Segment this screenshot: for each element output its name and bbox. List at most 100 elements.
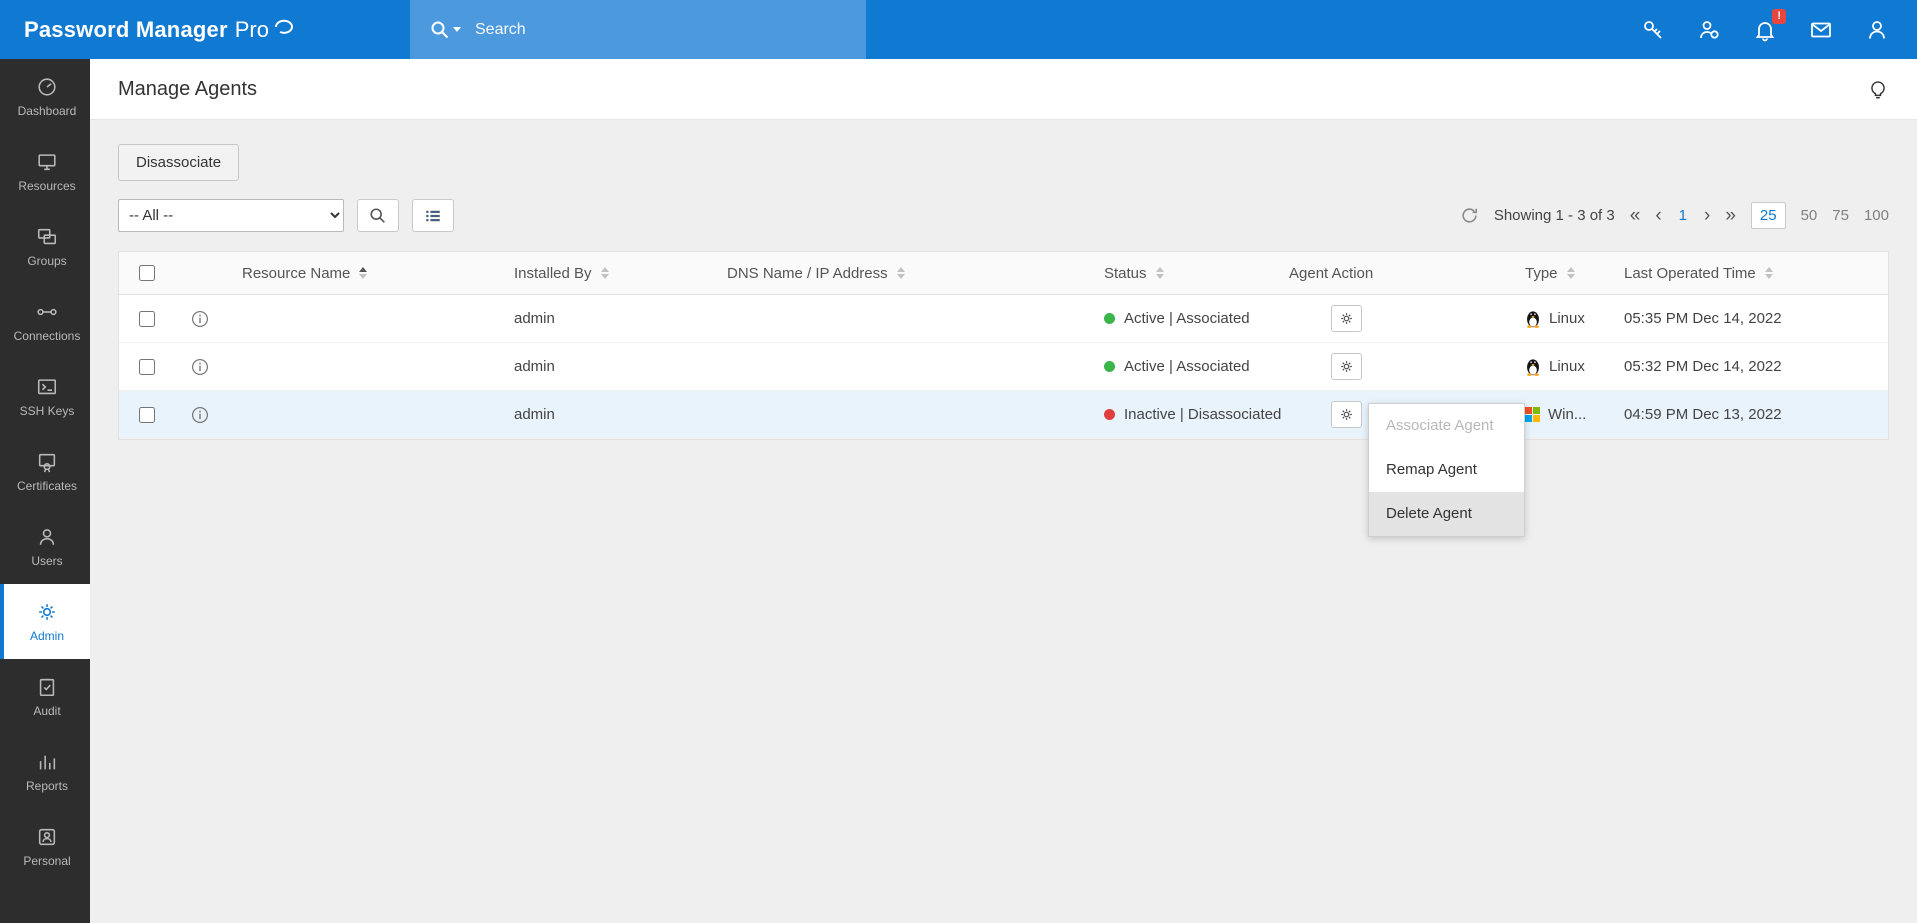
status-cell: Active | Associated — [1104, 358, 1289, 375]
sidebar-item-personal[interactable]: Personal — [0, 809, 90, 884]
sidebar-item-label: Admin — [30, 629, 64, 643]
audit-icon — [36, 676, 58, 698]
connections-icon — [36, 301, 58, 323]
magnifier-icon — [369, 207, 387, 225]
search-scope-caret-icon[interactable] — [453, 27, 461, 32]
content-area: Disassociate -- All -- Showing 1 - 3 of … — [90, 120, 1917, 440]
page-size-75[interactable]: 75 — [1832, 207, 1849, 224]
sort-icon[interactable] — [1156, 267, 1164, 279]
gear-icon — [1339, 311, 1354, 326]
agent-action-button[interactable] — [1331, 353, 1362, 380]
sidebar-item-groups[interactable]: Groups — [0, 209, 90, 284]
sidebar-item-label: SSH Keys — [20, 404, 75, 418]
info-icon[interactable] — [191, 406, 209, 424]
col-installed-by[interactable]: Installed By — [514, 265, 727, 282]
sidebar-item-connections[interactable]: Connections — [0, 284, 90, 359]
user-profile-icon[interactable] — [1865, 18, 1889, 42]
agent-action-context-menu: Associate Agent Remap Agent Delete Agent — [1368, 403, 1525, 537]
user-sessions-icon[interactable] — [1697, 18, 1721, 42]
sort-icon[interactable] — [1567, 267, 1575, 279]
topbar: Password Manager Pro ! — [0, 0, 1917, 59]
row-checkbox[interactable] — [139, 359, 155, 375]
last-operated-cell: 05:35 PM Dec 14, 2022 — [1624, 310, 1888, 327]
refresh-icon[interactable] — [1460, 206, 1479, 225]
mail-icon[interactable] — [1809, 18, 1833, 42]
sidebar-item-admin[interactable]: Admin — [0, 584, 90, 659]
menu-item-associate-agent[interactable]: Associate Agent — [1369, 404, 1524, 448]
sidebar-item-ssh-keys[interactable]: SSH Keys — [0, 359, 90, 434]
menu-item-remap-agent[interactable]: Remap Agent — [1369, 448, 1524, 492]
prev-page-button[interactable]: ‹ — [1655, 206, 1661, 225]
notifications-bell-icon[interactable]: ! — [1753, 18, 1777, 42]
agent-action-button[interactable] — [1331, 401, 1362, 428]
page-size-50[interactable]: 50 — [1801, 207, 1818, 224]
main-area: Manage Agents Disassociate -- All -- Sho… — [90, 59, 1917, 923]
status-dot — [1104, 409, 1115, 420]
installed-by-cell: admin — [514, 358, 727, 375]
sort-icon[interactable] — [601, 267, 609, 279]
next-page-button[interactable]: › — [1704, 206, 1710, 225]
search-filter-button[interactable] — [357, 199, 399, 232]
page-size-100[interactable]: 100 — [1864, 207, 1889, 224]
search-input[interactable] — [475, 21, 846, 39]
current-page-number[interactable]: 1 — [1677, 207, 1689, 224]
info-icon[interactable] — [191, 358, 209, 376]
pagination: Showing 1 - 3 of 3 « ‹ 1 › » 25 50 75 10… — [1460, 202, 1889, 229]
menu-item-delete-agent[interactable]: Delete Agent — [1369, 492, 1524, 536]
list-icon — [424, 207, 442, 225]
last-operated-cell: 04:59 PM Dec 13, 2022 — [1624, 406, 1888, 423]
type-cell: Win... — [1525, 406, 1624, 423]
status-dot — [1104, 361, 1115, 372]
sort-icon[interactable] — [359, 267, 367, 279]
sidebar-item-reports[interactable]: Reports — [0, 734, 90, 809]
table-header-row: Resource Name Installed By DNS Name / IP… — [119, 252, 1888, 295]
pagination-showing-text: Showing 1 - 3 of 3 — [1494, 207, 1615, 224]
status-dot — [1104, 313, 1115, 324]
agent-action-button[interactable] — [1331, 305, 1362, 332]
sort-icon[interactable] — [897, 267, 905, 279]
disassociate-button[interactable]: Disassociate — [118, 144, 239, 181]
col-type[interactable]: Type — [1525, 265, 1624, 282]
search-icon[interactable] — [430, 20, 461, 40]
table-row: admin Active | Associated Linux 05:32 PM… — [119, 343, 1888, 391]
select-all-checkbox[interactable] — [139, 265, 155, 281]
help-bulb-icon[interactable] — [1867, 78, 1889, 100]
last-page-button[interactable]: » — [1725, 206, 1736, 225]
sort-icon[interactable] — [1765, 267, 1773, 279]
sidebar-item-label: Certificates — [17, 479, 77, 493]
logo-swoosh-icon — [271, 13, 295, 37]
col-last-operated[interactable]: Last Operated Time — [1624, 265, 1888, 282]
col-status[interactable]: Status — [1104, 265, 1289, 282]
sidebar-item-dashboard[interactable]: Dashboard — [0, 59, 90, 134]
sidebar-item-users[interactable]: Users — [0, 509, 90, 584]
brand-name-bold: Password Manager — [24, 17, 228, 43]
status-cell: Inactive | Disassociated — [1104, 406, 1289, 423]
row-checkbox[interactable] — [139, 311, 155, 327]
sidebar-item-audit[interactable]: Audit — [0, 659, 90, 734]
quick-access-key-icon[interactable] — [1641, 18, 1665, 42]
personal-icon — [36, 826, 58, 848]
notification-badge: ! — [1772, 9, 1786, 24]
col-agent-action: Agent Action — [1289, 265, 1525, 282]
sidebar-item-label: Reports — [26, 779, 68, 793]
windows-icon — [1525, 407, 1540, 422]
column-chooser-button[interactable] — [412, 199, 454, 232]
row-checkbox[interactable] — [139, 407, 155, 423]
col-dns[interactable]: DNS Name / IP Address — [727, 265, 1104, 282]
col-resource-name[interactable]: Resource Name — [225, 265, 514, 282]
filter-dropdown[interactable]: -- All -- — [118, 199, 344, 232]
sidebar-item-label: Personal — [23, 854, 70, 868]
first-page-button[interactable]: « — [1630, 206, 1641, 225]
gear-icon — [1339, 407, 1354, 422]
sidebar-item-label: Users — [31, 554, 62, 568]
page-size-25[interactable]: 25 — [1751, 202, 1786, 229]
info-icon[interactable] — [191, 310, 209, 328]
agents-table: Resource Name Installed By DNS Name / IP… — [118, 251, 1889, 440]
sidebar-item-certificates[interactable]: Certificates — [0, 434, 90, 509]
filter-toolbar: -- All -- Showing 1 - 3 of 3 « ‹ 1 › » 2… — [118, 199, 1889, 232]
sidebar-item-resources[interactable]: Resources — [0, 134, 90, 209]
reports-icon — [36, 751, 58, 773]
sidebar-item-label: Groups — [27, 254, 66, 268]
admin-gear-icon — [36, 601, 58, 623]
gear-icon — [1339, 359, 1354, 374]
